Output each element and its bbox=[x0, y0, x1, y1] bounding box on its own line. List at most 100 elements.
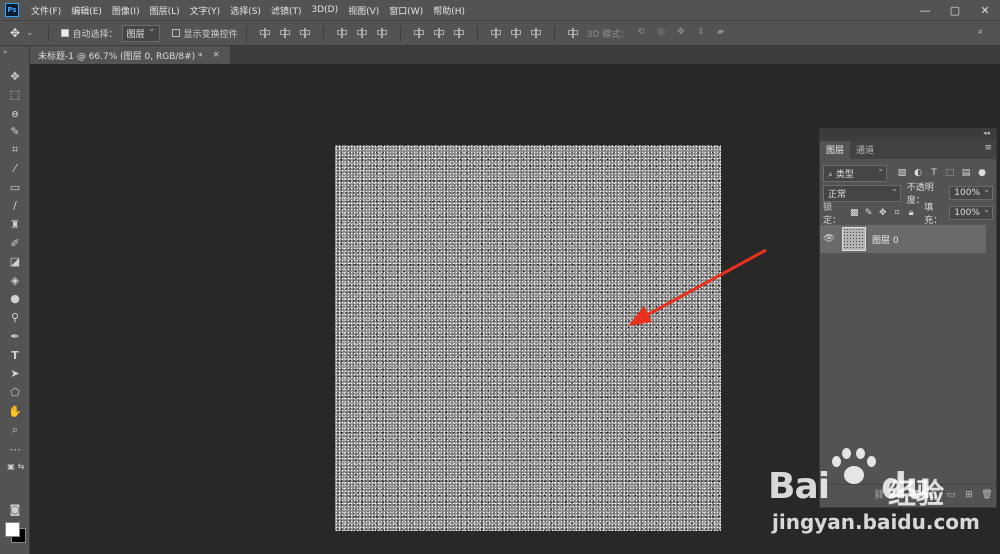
distribute-horizontal-center-icon[interactable] bbox=[509, 27, 522, 39]
panel-tabs: 图层 通道 bbox=[820, 140, 996, 159]
tool-preset-chevron-icon[interactable]: ⌄ bbox=[26, 28, 34, 38]
photoshop-logo[interactable]: Ps bbox=[5, 3, 19, 17]
paint-bucket-tool-icon[interactable]: ◈ bbox=[7, 272, 23, 288]
swap-colors-icon[interactable]: ⇆ bbox=[13, 458, 29, 474]
menu-filter[interactable]: 滤镜(T) bbox=[271, 4, 302, 17]
layer-name[interactable]: 图层 0 bbox=[872, 233, 899, 246]
watermark-brand-bai: Bai bbox=[768, 466, 830, 507]
lock-transparent-icon[interactable]: ▩ bbox=[850, 208, 859, 218]
filter-kind-label: 类型 bbox=[835, 169, 854, 180]
history-brush-tool-icon[interactable]: ✐ bbox=[7, 235, 23, 251]
layer-row[interactable]: 👁︎ 图层 0 bbox=[820, 225, 986, 253]
auto-align-layers-icon[interactable] bbox=[566, 27, 579, 39]
menu-view[interactable]: 视图(V) bbox=[348, 4, 379, 17]
divider bbox=[476, 25, 478, 41]
filter-type-icon[interactable]: T bbox=[929, 168, 939, 178]
menu-type[interactable]: 文字(Y) bbox=[190, 4, 221, 17]
align-right-icon[interactable] bbox=[375, 27, 388, 39]
document-canvas[interactable] bbox=[335, 145, 721, 531]
lock-all-icon[interactable]: 🔒︎ bbox=[907, 208, 915, 218]
filter-shape-icon[interactable]: ⬚ bbox=[945, 168, 955, 178]
menu-help[interactable]: 帮助(H) bbox=[433, 4, 465, 17]
menu-layer[interactable]: 图层(L) bbox=[150, 4, 180, 17]
close-document-icon[interactable]: × bbox=[213, 50, 221, 60]
divider bbox=[553, 25, 555, 41]
panel-menu-icon[interactable]: ≡ bbox=[984, 143, 992, 153]
brush-tool-icon[interactable]: / bbox=[7, 197, 23, 213]
type-tool-icon[interactable]: T bbox=[7, 347, 23, 363]
hand-tool-icon[interactable]: ✋ bbox=[7, 403, 23, 419]
lock-image-icon[interactable]: ✎ bbox=[865, 208, 873, 218]
visibility-eye-icon[interactable]: 👁︎ bbox=[820, 234, 838, 244]
menu-select[interactable]: 选择(S) bbox=[230, 4, 261, 17]
marquee-tool-icon[interactable]: ⬚ bbox=[7, 86, 23, 102]
align-left-icon[interactable] bbox=[335, 27, 348, 39]
healing-brush-tool-icon[interactable]: ▭ bbox=[7, 179, 23, 195]
document-tab[interactable]: 未标题-1 @ 66.7% (图层 0, RGB/8#) * × bbox=[30, 46, 231, 64]
minimize-button[interactable]: — bbox=[910, 0, 940, 20]
panel-collapse-icon[interactable]: » bbox=[3, 48, 7, 56]
distribute-vertical-center-icon[interactable] bbox=[432, 27, 445, 39]
menu-image[interactable]: 图像(I) bbox=[112, 4, 140, 17]
crop-tool-icon[interactable]: ⌗ bbox=[7, 142, 23, 158]
align-vertical-center-icon[interactable] bbox=[278, 27, 291, 39]
options-bar: ✥ ⌄ 自动选择： 图层 显示变换控件 3D 模式： ⟲ ◎ ✥ ⇕ ▰ ⌕ bbox=[0, 20, 1000, 46]
fill-input[interactable]: 100% bbox=[949, 205, 993, 220]
show-transform-label: 显示变换控件 bbox=[183, 29, 238, 40]
dodge-tool-icon[interactable]: ⚲ bbox=[7, 309, 23, 325]
distribute-bottom-icon[interactable] bbox=[452, 27, 465, 39]
filter-kind-dropdown[interactable]: ⌕ 类型 bbox=[823, 164, 887, 182]
align-top-icon[interactable] bbox=[258, 27, 271, 39]
shape-tool-icon[interactable]: ⬠ bbox=[7, 384, 23, 400]
distribute-right-icon[interactable] bbox=[529, 27, 542, 39]
align-horizontal-center-icon[interactable] bbox=[355, 27, 368, 39]
eyedropper-tool-icon[interactable]: ⁄ bbox=[7, 160, 23, 176]
maximize-button[interactable]: ▢ bbox=[940, 0, 970, 20]
auto-select-target-dropdown[interactable]: 图层 bbox=[121, 24, 160, 42]
scale-3d-icon[interactable]: ▰ bbox=[717, 27, 729, 39]
mode-3d-label: 3D 模式： bbox=[586, 29, 630, 40]
panel-header: ◂◂ bbox=[820, 129, 996, 141]
collapse-panel-icon[interactable]: ◂◂ bbox=[983, 129, 990, 137]
distribute-left-icon[interactable] bbox=[489, 27, 502, 39]
blur-tool-icon[interactable]: ● bbox=[7, 290, 23, 306]
auto-select-checkbox[interactable] bbox=[60, 29, 69, 37]
filter-toggle-icon[interactable]: ● bbox=[977, 168, 987, 178]
opacity-input[interactable]: 100% bbox=[949, 185, 993, 200]
filter-pixel-icon[interactable]: ▧ bbox=[897, 168, 907, 178]
menu-edit[interactable]: 编辑(E) bbox=[71, 4, 102, 17]
quick-select-tool-icon[interactable]: ✎ bbox=[7, 123, 23, 139]
close-window-button[interactable]: ✕ bbox=[970, 0, 1000, 20]
orbit-3d-icon[interactable]: ⟲ bbox=[637, 27, 649, 39]
align-bottom-icon[interactable] bbox=[298, 27, 311, 39]
blend-mode-dropdown[interactable]: 正常 bbox=[823, 184, 901, 202]
menu-window[interactable]: 窗口(W) bbox=[389, 4, 423, 17]
filter-adjustment-icon[interactable]: ◐ bbox=[913, 168, 923, 178]
slide-3d-icon[interactable]: ⇕ bbox=[697, 27, 709, 39]
distribute-top-icon[interactable] bbox=[412, 27, 425, 39]
pen-tool-icon[interactable]: ✒ bbox=[7, 328, 23, 344]
move-tool-icon[interactable]: ✥ bbox=[10, 27, 22, 39]
path-selection-tool-icon[interactable]: ➤ bbox=[7, 365, 23, 381]
zoom-tool-icon[interactable]: ⌕ bbox=[7, 422, 23, 438]
filter-smart-object-icon[interactable]: ▤ bbox=[961, 168, 971, 178]
clone-stamp-tool-icon[interactable]: ♜ bbox=[7, 216, 23, 232]
lock-artboard-icon[interactable]: ⌗ bbox=[893, 208, 901, 218]
quick-mask-icon[interactable]: ◙ bbox=[7, 501, 23, 517]
menu-file[interactable]: 文件(F) bbox=[31, 4, 61, 17]
lock-position-icon[interactable]: ✥ bbox=[879, 208, 887, 218]
roll-3d-icon[interactable]: ◎ bbox=[657, 27, 669, 39]
tab-channels[interactable]: 通道 bbox=[850, 140, 880, 159]
search-icon: ⌕ bbox=[828, 169, 834, 180]
tab-layers[interactable]: 图层 bbox=[820, 140, 851, 159]
eraser-tool-icon[interactable]: ◪ bbox=[7, 253, 23, 269]
menu-3d[interactable]: 3D(D) bbox=[311, 5, 338, 15]
lasso-tool-icon[interactable]: ɵ bbox=[7, 105, 23, 121]
menu-bar: Ps 文件(F) 编辑(E) 图像(I) 图层(L) 文字(Y) 选择(S) 滤… bbox=[0, 0, 1000, 20]
pan-3d-icon[interactable]: ✥ bbox=[677, 27, 689, 39]
search-icon[interactable]: ⌕ bbox=[978, 27, 990, 39]
foreground-color-swatch[interactable] bbox=[5, 522, 20, 537]
edit-toolbar-icon[interactable]: ⋯ bbox=[7, 441, 23, 457]
move-tool-icon[interactable]: ✥ bbox=[7, 68, 23, 84]
show-transform-checkbox[interactable] bbox=[171, 29, 180, 37]
